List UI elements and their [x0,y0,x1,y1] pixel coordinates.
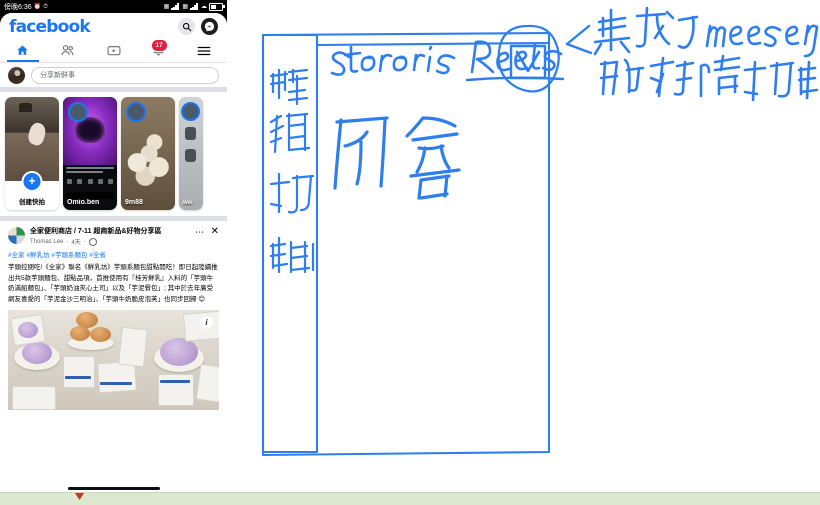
facebook-logo: facebook [9,16,91,37]
annotation-messenger-note [593,6,819,58]
annotation-board [227,0,820,493]
wireframe-top-bar-line [315,41,551,47]
post-page-name[interactable]: 全家便利商店 / 7-11 超商新品&好物分享區 [30,227,190,236]
annotation-content [333,116,461,200]
dot-separator: · [83,238,86,245]
search-icon [182,22,191,31]
sim2-icon: ▦ [182,3,188,10]
story-author-avatar [181,102,200,121]
post-header: 全家便利商店 / 7-11 超商新品&好物分享區 Thomas Lee · 4天… [8,227,219,246]
friends-icon [61,42,75,59]
sandwich-pack [158,374,194,407]
facebook-app: facebook 17 分享新鲜事 + 创建快拍 Omio.ben 9m88 w… [0,13,227,493]
home-icon [16,42,29,59]
product-pack [118,326,148,368]
messenger-button[interactable] [201,18,218,35]
story-card[interactable]: wei [179,97,203,210]
composer-input[interactable]: 分享新鲜事 [31,66,219,84]
story-card[interactable]: Omio.ben [63,97,117,210]
host-marker [75,493,84,500]
tab-notifications[interactable]: 17 [136,39,181,62]
tab-indicator [52,60,84,62]
phone-screenshot: 傍晚6:36 ⏰ ⏱ ▦ ▦ ☁ facebook 17 分享新鲜事 + 创建快… [0,0,227,493]
post-actions: ⋯ ✕ [195,227,219,237]
signal-bars-sim1-icon [171,3,180,10]
story-label: 9m88 [125,199,143,206]
home-indicator [67,487,160,490]
messenger-icon [204,21,215,32]
status-bar-left: 傍晚6:36 ⏰ ⏱ [4,2,48,12]
post-time: 4天 [71,240,81,247]
composer-placeholder: 分享新鲜事 [40,72,75,79]
tab-indicator [98,60,130,62]
story-author-avatar [126,102,146,122]
story-caption-bar [66,192,114,199]
notification-badge: 17 [150,39,168,52]
tab-active-indicator [6,60,39,62]
status-bar-right: ▦ ▦ ☁ [163,2,225,11]
story-label: 创建快拍 [19,199,45,206]
tab-menu[interactable] [182,40,227,62]
host-bottom-strip [0,492,820,505]
app-header: facebook [0,13,227,40]
annotation-private-message-note [599,54,819,102]
post-composer[interactable]: 分享新鲜事 [0,63,227,87]
post-body-text: 芋頭控閉吃!《全家》聯名《鮮乳坊》芋頭系麵包甜點開吃！即日起陸續推出共5款芋頭麵… [8,264,218,303]
battery-charging-icon [209,2,225,11]
annotation-stories [330,45,456,76]
post-meta: 全家便利商店 / 7-11 超商新品&好物分享區 Thomas Lee · 4天… [30,227,190,246]
post-subline: Thomas Lee · 4天 · [30,237,190,246]
wifi-icon: ☁ [201,3,207,10]
post-hashtags[interactable]: #全家 #鮮乳坊 #芋頭系麵包 #全省 [8,251,219,261]
signal-bars-sim2-icon [190,3,199,10]
video-icon [107,42,121,59]
story-author-avatar [68,102,88,122]
annotation-ink-layer [261,6,819,457]
create-story-plus-icon[interactable]: + [21,171,43,192]
header-actions [178,18,218,35]
story-label: wei [183,200,193,206]
search-button[interactable] [178,18,195,35]
product-pack [12,386,56,411]
story-card[interactable]: 9m88 [121,97,175,210]
nav-tab-bar: 17 [0,39,227,63]
tab-indicator [143,60,175,62]
globe-icon [88,237,97,246]
hamburger-menu-icon [197,42,211,59]
sim1-icon: ▦ [163,3,170,10]
feed-post: 全家便利商店 / 7-11 超商新品&好物分享區 Thomas Lee · 4天… [0,221,227,411]
story-figure [185,149,196,162]
status-bar-time: 傍晚6:36 [4,3,32,11]
stories-carousel[interactable]: + 创建快拍 Omio.ben 9m88 wei [0,92,227,216]
pack-label [65,376,91,380]
story-label: Omio.ben [67,199,100,206]
product-pack [63,356,95,389]
more-options-icon[interactable]: ⋯ [195,227,205,237]
page-avatar[interactable] [8,227,25,244]
screenshot-root: 傍晚6:36 ⏰ ⏱ ▦ ▦ ☁ facebook 17 分享新鲜事 + 创建快… [0,0,820,505]
story-icon-row [67,179,113,184]
annotation-group-function [269,68,315,274]
tab-video[interactable] [91,40,136,62]
story-thumbnail [5,97,59,181]
avatar[interactable] [8,66,25,84]
story-figure [185,127,196,140]
pack-label [100,382,132,386]
story-text-lines [66,167,114,175]
post-author[interactable]: Thomas Lee [30,239,63,245]
tab-indicator [188,60,220,62]
pack-label [160,380,190,384]
sandwich-pack [195,363,219,405]
close-icon[interactable]: ✕ [211,227,219,237]
story-create[interactable]: + 创建快拍 [5,97,59,210]
post-image[interactable]: i [8,310,219,411]
timer-icon: ⏱ [43,3,48,10]
annotation-arrow-to-envelope [565,24,593,55]
status-bar: 傍晚6:36 ⏰ ⏱ ▦ ▦ ☁ [0,0,227,13]
alarm-icon: ⏰ [33,3,42,10]
tab-friends[interactable] [45,40,90,62]
tab-home[interactable] [0,40,45,62]
dot-separator: · [66,238,69,245]
